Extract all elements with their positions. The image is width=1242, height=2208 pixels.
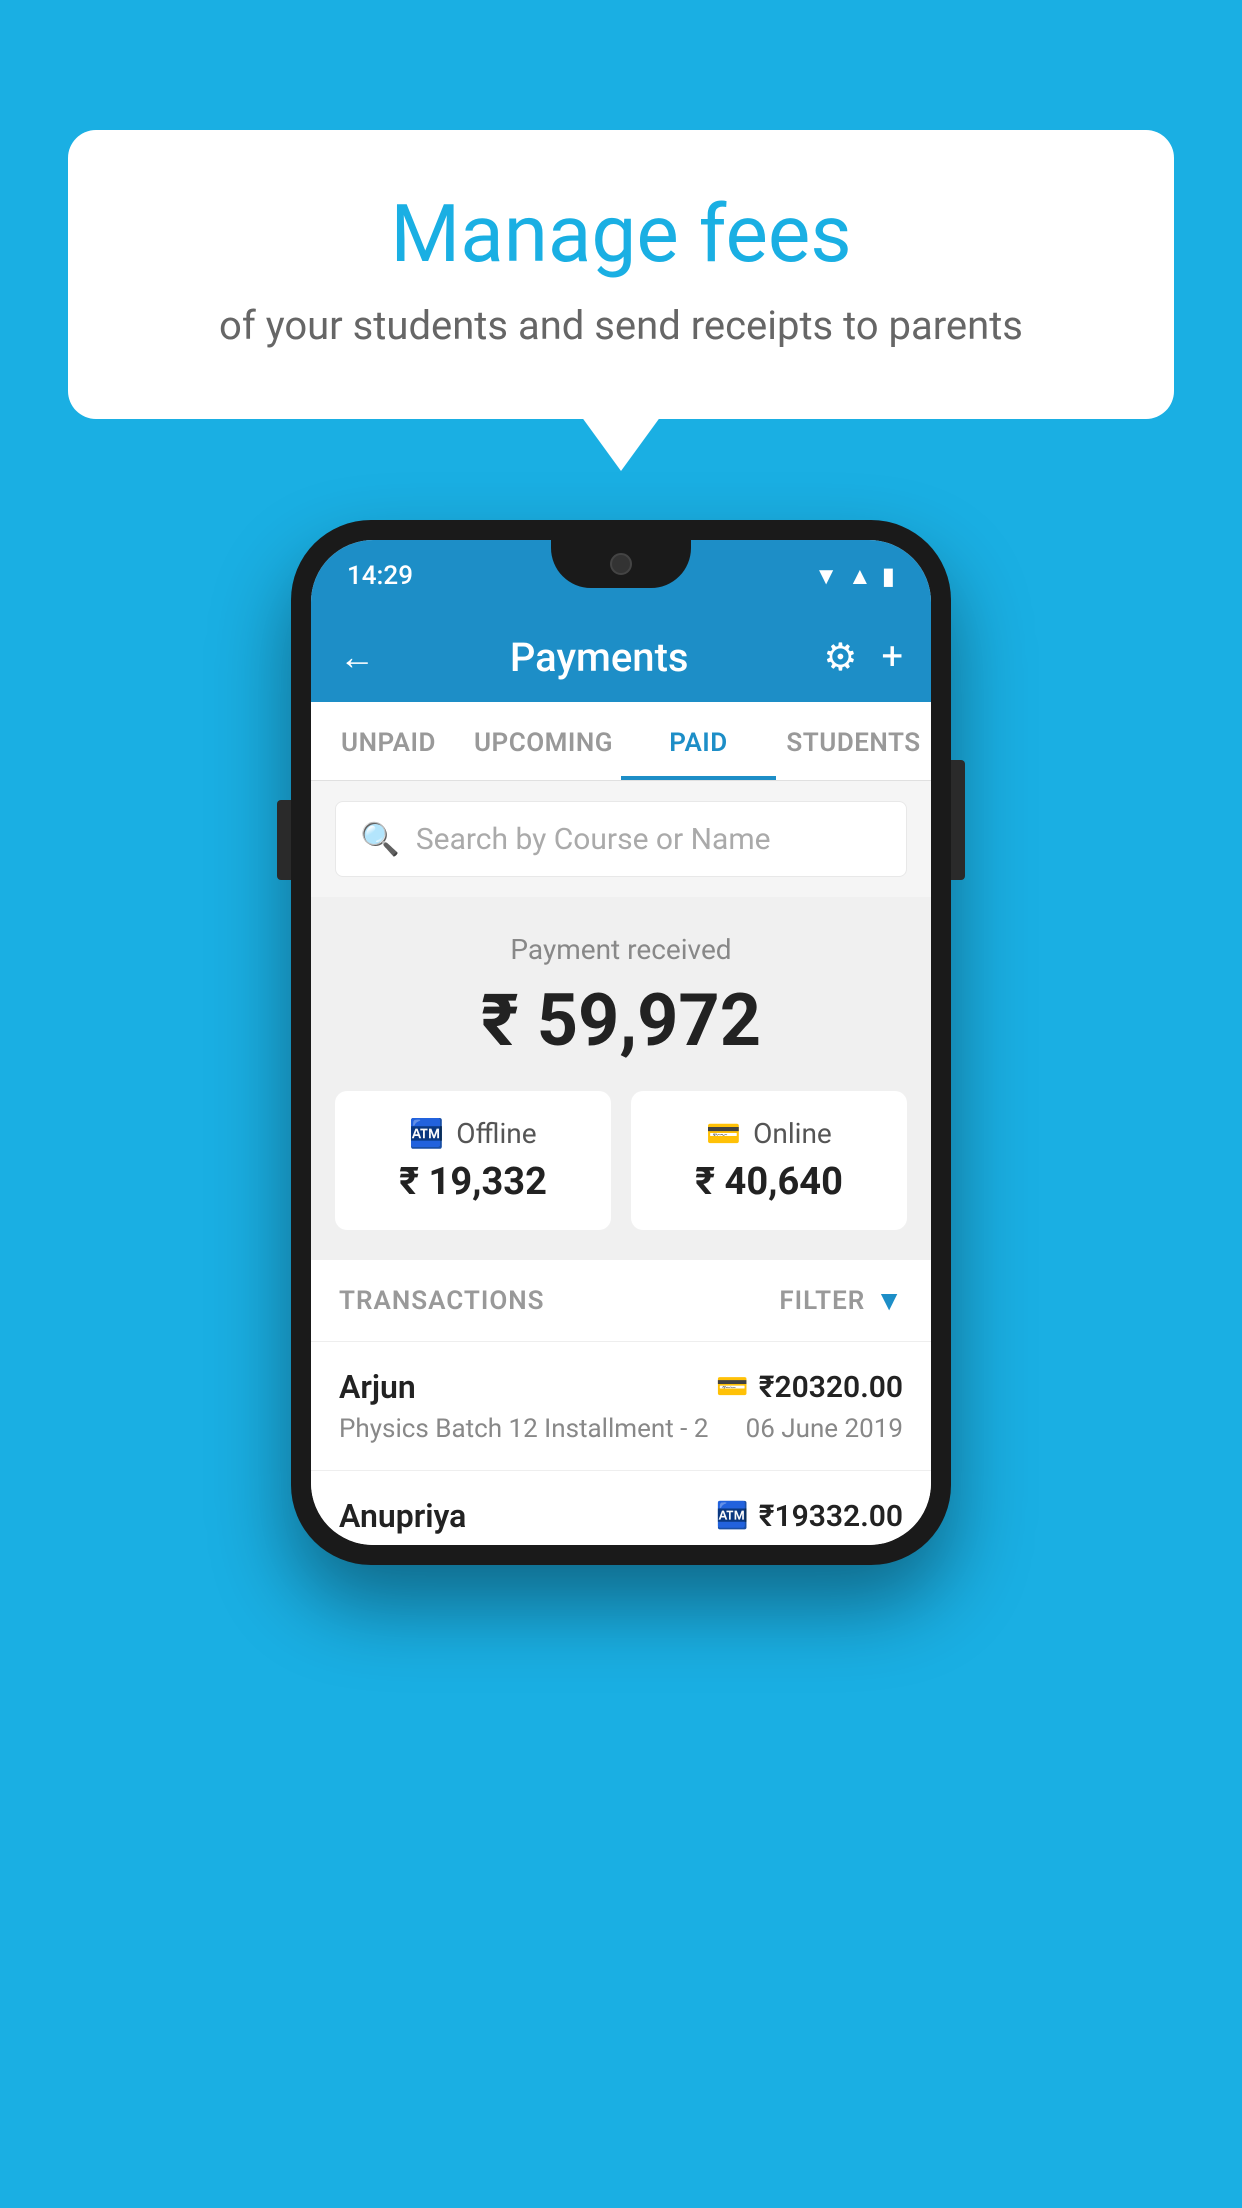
payment-total-amount: ₹ 59,972 (335, 978, 907, 1063)
tab-paid[interactable]: PAID (621, 702, 776, 780)
status-icons: ▼ ▲ ▮ (814, 562, 895, 591)
payment-received-label: Payment received (335, 933, 907, 966)
online-icon: 💳 (706, 1117, 741, 1150)
payment-received-section: Payment received ₹ 59,972 🏧 Offline ₹ 19… (311, 897, 931, 1260)
search-placeholder-text: Search by Course or Name (416, 822, 771, 857)
tab-students[interactable]: STUDENTS (776, 702, 931, 780)
app-header: ← Payments ⚙ + (311, 612, 931, 702)
filter-wrapper[interactable]: FILTER ▼ (779, 1284, 903, 1317)
phone-mockup: 14:29 ▼ ▲ ▮ ← Payments ⚙ + (291, 520, 951, 1565)
payment-type-icon: 💳 (716, 1372, 748, 1402)
search-bar: 🔍 Search by Course or Name (311, 781, 931, 897)
add-icon[interactable]: + (881, 635, 903, 679)
bubble-subtitle: of your students and send receipts to pa… (118, 302, 1124, 349)
offline-label: Offline (456, 1117, 536, 1150)
filter-label: FILTER (779, 1286, 865, 1316)
transaction-amount: ₹20320.00 (759, 1370, 903, 1405)
back-button[interactable]: ← (339, 636, 375, 678)
status-bar: 14:29 ▼ ▲ ▮ (311, 540, 931, 612)
offline-amount: ₹ 19,332 (355, 1160, 591, 1204)
transaction-date: 06 June 2019 (746, 1414, 903, 1444)
search-icon: 🔍 (360, 820, 400, 858)
page-title: Payments (395, 634, 803, 681)
filter-icon: ▼ (875, 1284, 903, 1317)
search-input-wrapper[interactable]: 🔍 Search by Course or Name (335, 801, 907, 877)
speech-bubble: Manage fees of your students and send re… (68, 130, 1174, 419)
notch (551, 540, 691, 588)
payment-cards: 🏧 Offline ₹ 19,332 💳 Online ₹ 40,640 (335, 1091, 907, 1230)
transaction-row[interactable]: Arjun 💳 ₹20320.00 Physics Batch 12 Insta… (311, 1342, 931, 1471)
battery-icon: ▮ (882, 562, 895, 590)
tabs-bar: UNPAID UPCOMING PAID STUDENTS (311, 702, 931, 781)
transactions-header: TRANSACTIONS FILTER ▼ (311, 1260, 931, 1342)
phone-outer: 14:29 ▼ ▲ ▮ ← Payments ⚙ + (291, 520, 951, 1565)
settings-icon[interactable]: ⚙ (823, 635, 857, 680)
speech-bubble-container: Manage fees of your students and send re… (68, 130, 1174, 419)
transaction-amount-2: ₹19332.00 (759, 1499, 903, 1534)
tab-unpaid[interactable]: UNPAID (311, 702, 466, 780)
signal-icon: ▲ (848, 562, 872, 591)
header-icons: ⚙ + (823, 635, 903, 680)
online-label: Online (753, 1117, 832, 1150)
online-amount: ₹ 40,640 (651, 1160, 887, 1204)
phone-inner: 14:29 ▼ ▲ ▮ ← Payments ⚙ + (311, 540, 931, 1545)
wifi-icon: ▼ (814, 562, 838, 591)
offline-icon: 🏧 (409, 1117, 444, 1150)
online-card: 💳 Online ₹ 40,640 (631, 1091, 907, 1230)
payment-type-icon-2: 🏧 (716, 1501, 748, 1531)
transaction-name-2: Anupriya (339, 1497, 466, 1535)
status-time: 14:29 (347, 561, 413, 591)
bubble-title: Manage fees (118, 190, 1124, 278)
offline-card: 🏧 Offline ₹ 19,332 (335, 1091, 611, 1230)
camera (610, 553, 632, 575)
transaction-desc: Physics Batch 12 Installment - 2 (339, 1414, 708, 1444)
transaction-amount-wrapper-2: 🏧 ₹19332.00 (716, 1499, 903, 1534)
tab-upcoming[interactable]: UPCOMING (466, 702, 621, 780)
transaction-row-partial[interactable]: Anupriya 🏧 ₹19332.00 (311, 1471, 931, 1545)
transaction-name: Arjun (339, 1368, 416, 1406)
transactions-label: TRANSACTIONS (339, 1286, 545, 1316)
transaction-amount-wrapper: 💳 ₹20320.00 (716, 1370, 903, 1405)
